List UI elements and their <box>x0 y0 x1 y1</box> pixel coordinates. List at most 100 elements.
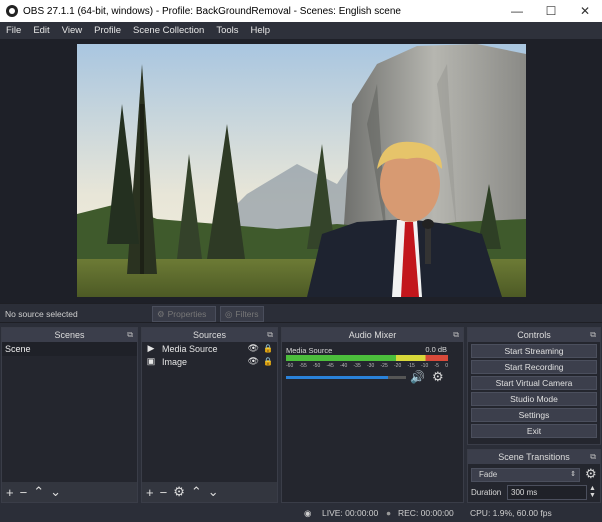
controls-title-label: Controls <box>517 330 551 340</box>
live-indicator-icon: ◉ <box>304 508 312 518</box>
gear-icon[interactable]: ⚙ <box>585 466 597 482</box>
filters-label: Filters <box>235 309 259 319</box>
preview-image <box>77 44 526 297</box>
duration-input[interactable]: 300 ms <box>507 485 587 500</box>
move-down-icon[interactable]: ⌄ <box>50 484 61 500</box>
meter-tick: 0 <box>445 363 448 369</box>
start-streaming-button[interactable]: Start Streaming <box>471 344 597 358</box>
volume-meter <box>286 355 448 361</box>
close-button[interactable]: ✕ <box>568 0 602 22</box>
obs-logo-icon <box>6 5 18 17</box>
maximize-button[interactable]: ☐ <box>534 0 568 22</box>
scenes-dock: Scenes ⧉ Scene + − ⌃ ⌄ <box>1 327 138 503</box>
mixer-title: Audio Mixer ⧉ <box>282 328 463 342</box>
float-dock-icon[interactable]: ⧉ <box>267 328 273 342</box>
speaker-icon[interactable]: 🔊 <box>410 370 425 384</box>
eye-icon[interactable]: 👁 <box>248 343 259 354</box>
live-time: LIVE: 00:00:00 <box>322 508 379 518</box>
rec-time: REC: 00:00:00 <box>398 508 454 518</box>
remove-icon[interactable]: − <box>20 485 28 500</box>
transitions-title-label: Scene Transitions <box>498 452 570 462</box>
status-bar: ◉ LIVE: 00:00:00 ● REC: 00:00:00 CPU: 1.… <box>0 504 602 522</box>
properties-label: Properties <box>167 309 207 319</box>
meter-tick: -15 <box>407 363 415 369</box>
title-bar: OBS 27.1.1 (64-bit, windows) - Profile: … <box>0 0 602 22</box>
mixer-title-label: Audio Mixer <box>348 330 397 340</box>
source-toolbar: No source selected ⚙ Properties ◎ Filter… <box>0 303 602 323</box>
menu-profile[interactable]: Profile <box>88 25 127 36</box>
mixer-track: Media Source 0.0 dB -60 -55 -50 -45 -40 … <box>282 342 463 388</box>
lock-icon[interactable]: 🔒 <box>263 344 273 353</box>
sources-dock: Sources ⧉ ▶ Media Source 👁 🔒 ▣ Image 👁 🔒… <box>141 327 278 503</box>
gear-icon: ⚙ <box>157 308 165 319</box>
transitions-title: Scene Transitions ⧉ <box>468 450 600 464</box>
source-item[interactable]: ▣ Image 👁 🔒 <box>142 355 277 368</box>
start-recording-button[interactable]: Start Recording <box>471 360 597 374</box>
lock-icon[interactable]: 🔒 <box>263 357 273 366</box>
add-icon[interactable]: + <box>146 485 154 500</box>
menu-edit[interactable]: Edit <box>27 25 55 36</box>
float-dock-icon[interactable]: ⧉ <box>127 328 133 342</box>
track-name: Media Source <box>286 346 333 355</box>
volume-slider-track[interactable] <box>286 376 406 379</box>
image-icon: ▣ <box>146 356 156 366</box>
meter-tick: -55 <box>299 363 307 369</box>
move-up-icon[interactable]: ⌃ <box>33 484 44 500</box>
menu-bar: File Edit View Profile Scene Collection … <box>0 22 602 39</box>
preview-canvas[interactable] <box>77 44 526 297</box>
source-name: Image <box>162 356 188 367</box>
source-status: No source selected <box>5 309 78 319</box>
transition-selected: Fade <box>479 470 498 479</box>
play-icon: ▶ <box>147 343 155 353</box>
window-title: OBS 27.1.1 (64-bit, windows) - Profile: … <box>23 5 401 17</box>
menu-file[interactable]: File <box>0 25 27 36</box>
float-dock-icon[interactable]: ⧉ <box>590 450 596 464</box>
start-virtual-camera-button[interactable]: Start Virtual Camera <box>471 376 597 390</box>
properties-button[interactable]: ⚙ Properties <box>152 306 216 322</box>
scenes-title: Scenes ⧉ <box>2 328 137 342</box>
scenes-footer: + − ⌃ ⌄ <box>2 482 137 502</box>
move-down-icon[interactable]: ⌄ <box>208 484 219 500</box>
gear-icon[interactable]: ⚙ <box>432 369 444 385</box>
meter-tick: -60 <box>286 363 294 369</box>
meter-tick: -20 <box>394 363 402 369</box>
meter-scale: -60 -55 -50 -45 -40 -35 -30 -25 -20 -15 … <box>286 363 448 369</box>
settings-button[interactable]: Settings <box>471 408 597 422</box>
scene-transitions-dock: Scene Transitions ⧉ Fade ⇕ ⚙ Duration 30… <box>467 449 601 503</box>
volume-slider-fill <box>286 376 388 379</box>
controls-title: Controls ⧉ <box>468 328 600 342</box>
filters-button[interactable]: ◎ Filters <box>220 306 264 322</box>
controls-dock: Controls ⧉ Start Streaming Start Recordi… <box>467 327 601 445</box>
meter-tick: -35 <box>353 363 361 369</box>
float-dock-icon[interactable]: ⧉ <box>590 328 596 342</box>
meter-tick: -45 <box>326 363 334 369</box>
menu-help[interactable]: Help <box>245 25 277 36</box>
float-dock-icon[interactable]: ⧉ <box>453 328 459 342</box>
transition-select[interactable]: Fade ⇕ <box>471 468 580 482</box>
gear-icon[interactable]: ⚙ <box>173 484 185 500</box>
chevron-updown-icon: ⇕ <box>570 471 576 478</box>
meter-tick: -30 <box>367 363 375 369</box>
eye-icon[interactable]: 👁 <box>248 356 259 367</box>
minimize-button[interactable]: — <box>500 0 534 22</box>
source-item[interactable]: ▶ Media Source 👁 🔒 <box>142 342 277 355</box>
studio-mode-button[interactable]: Studio Mode <box>471 392 597 406</box>
menu-scene-collection[interactable]: Scene Collection <box>127 25 210 36</box>
add-icon[interactable]: + <box>6 485 14 500</box>
exit-button[interactable]: Exit <box>471 424 597 438</box>
sources-title: Sources ⧉ <box>142 328 277 342</box>
source-name: Media Source <box>162 343 218 354</box>
scene-item[interactable]: Scene <box>2 342 137 356</box>
rec-indicator-icon: ● <box>386 508 392 518</box>
menu-view[interactable]: View <box>56 25 88 36</box>
move-up-icon[interactable]: ⌃ <box>191 484 202 500</box>
meter-tick: -10 <box>421 363 429 369</box>
duration-stepper-icon[interactable]: ▲ ▼ <box>589 485 596 499</box>
track-level: 0.0 dB <box>425 345 447 354</box>
sources-footer: + − ⚙ ⌃ ⌄ <box>142 482 277 502</box>
remove-icon[interactable]: − <box>160 485 168 500</box>
menu-tools[interactable]: Tools <box>210 25 244 36</box>
audio-mixer-dock: Audio Mixer ⧉ Media Source 0.0 dB -60 -5… <box>281 327 464 503</box>
filter-icon: ◎ <box>225 308 233 319</box>
duration-label: Duration <box>471 488 502 497</box>
